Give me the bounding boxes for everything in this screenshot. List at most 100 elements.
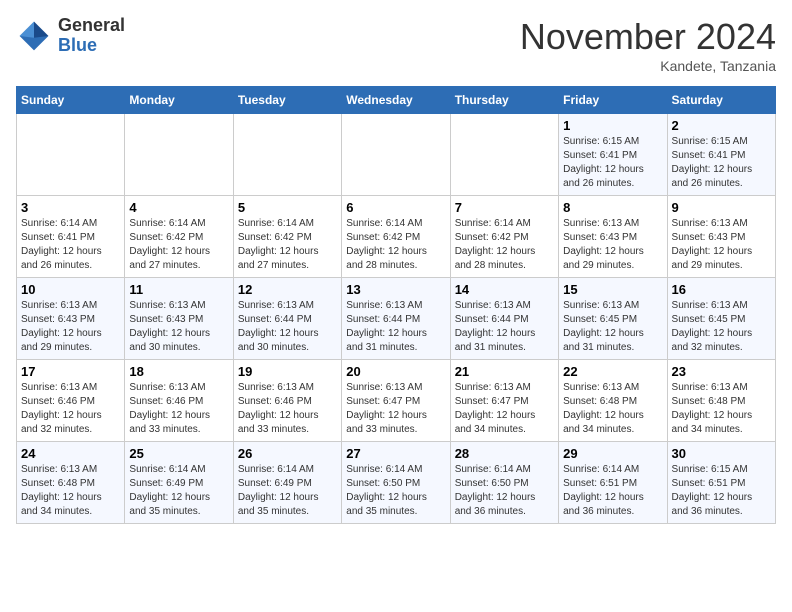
day-info: Sunrise: 6:13 AM Sunset: 6:48 PM Dayligh… (672, 381, 771, 437)
calendar-cell: 7 Sunrise: 6:14 AM Sunset: 6:42 PM Daylig… (450, 196, 558, 278)
day-number: 25 (129, 446, 228, 461)
calendar-cell: 25 Sunrise: 6:14 AM Sunset: 6:49 PM Dayli… (125, 442, 233, 524)
calendar-week-row: 3 Sunrise: 6:14 AM Sunset: 6:41 PM Daylig… (17, 196, 776, 278)
calendar-cell: 14 Sunrise: 6:13 AM Sunset: 6:44 PM Dayli… (450, 278, 558, 360)
day-info: Sunrise: 6:13 AM Sunset: 6:46 PM Dayligh… (129, 381, 228, 437)
logo: General Blue (16, 16, 125, 56)
day-info: Sunrise: 6:14 AM Sunset: 6:41 PM Dayligh… (21, 217, 120, 273)
day-number: 10 (21, 282, 120, 297)
day-info: Sunrise: 6:14 AM Sunset: 6:42 PM Dayligh… (238, 217, 337, 273)
day-number: 13 (346, 282, 445, 297)
day-number: 5 (238, 200, 337, 215)
page-header: General Blue November 2024 Kandete, Tanz… (16, 16, 776, 74)
day-info: Sunrise: 6:13 AM Sunset: 6:44 PM Dayligh… (346, 299, 445, 355)
calendar-cell: 21 Sunrise: 6:13 AM Sunset: 6:47 PM Dayli… (450, 360, 558, 442)
header-tuesday: Tuesday (233, 87, 341, 114)
day-number: 24 (21, 446, 120, 461)
day-number: 29 (563, 446, 662, 461)
calendar-cell: 30 Sunrise: 6:15 AM Sunset: 6:51 PM Dayli… (667, 442, 775, 524)
calendar-cell: 8 Sunrise: 6:13 AM Sunset: 6:43 PM Daylig… (559, 196, 667, 278)
logo-blue: Blue (58, 36, 125, 56)
calendar-cell: 28Sunrise: 6:14 AM Sunset: 6:50 PM Dayli… (450, 442, 558, 524)
header-friday: Friday (559, 87, 667, 114)
day-info: Sunrise: 6:13 AM Sunset: 6:47 PM Dayligh… (455, 381, 554, 437)
day-number: 19 (238, 364, 337, 379)
calendar-cell (125, 114, 233, 196)
calendar-cell: 27 Sunrise: 6:14 AM Sunset: 6:50 PM Dayli… (342, 442, 450, 524)
day-info: Sunrise: 6:13 AM Sunset: 6:47 PM Dayligh… (346, 381, 445, 437)
calendar-week-row: 17 Sunrise: 6:13 AM Sunset: 6:46 PM Dayli… (17, 360, 776, 442)
day-info: Sunrise: 6:15 AM Sunset: 6:41 PM Dayligh… (672, 135, 771, 191)
day-number: 8 (563, 200, 662, 215)
day-info: Sunrise: 6:14 AM Sunset: 6:42 PM Dayligh… (129, 217, 228, 273)
day-info: Sunrise: 6:14 AM Sunset: 6:42 PM Dayligh… (455, 217, 554, 273)
day-number: 15 (563, 282, 662, 297)
day-number: 12 (238, 282, 337, 297)
day-number: 26 (238, 446, 337, 461)
calendar-cell: 26 Sunrise: 6:14 AM Sunset: 6:49 PM Dayli… (233, 442, 341, 524)
calendar-week-row: 24 Sunrise: 6:13 AM Sunset: 6:48 PM Dayli… (17, 442, 776, 524)
day-info: Sunrise: 6:13 AM Sunset: 6:48 PM Dayligh… (563, 381, 662, 437)
calendar-week-row: 10 Sunrise: 6:13 AM Sunset: 6:43 PM Dayli… (17, 278, 776, 360)
day-number: 23 (672, 364, 771, 379)
calendar-cell: 19Sunrise: 6:13 AM Sunset: 6:46 PM Dayli… (233, 360, 341, 442)
calendar-cell: 12 Sunrise: 6:13 AM Sunset: 6:44 PM Dayli… (233, 278, 341, 360)
calendar-cell: 29 Sunrise: 6:14 AM Sunset: 6:51 PM Dayli… (559, 442, 667, 524)
day-info: Sunrise: 6:15 AM Sunset: 6:41 PM Dayligh… (563, 135, 662, 191)
calendar-cell: 4 Sunrise: 6:14 AM Sunset: 6:42 PM Daylig… (125, 196, 233, 278)
location: Kandete, Tanzania (520, 58, 776, 74)
calendar-cell (342, 114, 450, 196)
day-info: Sunrise: 6:13 AM Sunset: 6:46 PM Dayligh… (21, 381, 120, 437)
day-info: Sunrise: 6:14 AM Sunset: 6:42 PM Dayligh… (346, 217, 445, 273)
day-info: Sunrise: 6:14 AM Sunset: 6:51 PM Dayligh… (563, 463, 662, 519)
day-number: 4 (129, 200, 228, 215)
day-number: 16 (672, 282, 771, 297)
day-number: 3 (21, 200, 120, 215)
calendar-cell: 13 Sunrise: 6:13 AM Sunset: 6:44 PM Dayli… (342, 278, 450, 360)
header-sunday: Sunday (17, 87, 125, 114)
calendar-cell: 20 Sunrise: 6:13 AM Sunset: 6:47 PM Dayli… (342, 360, 450, 442)
calendar-cell: 15 Sunrise: 6:13 AM Sunset: 6:45 PM Dayli… (559, 278, 667, 360)
header-wednesday: Wednesday (342, 87, 450, 114)
header-thursday: Thursday (450, 87, 558, 114)
day-number: 14 (455, 282, 554, 297)
calendar-cell: 9Sunrise: 6:13 AM Sunset: 6:43 PM Daylig… (667, 196, 775, 278)
day-info: Sunrise: 6:13 AM Sunset: 6:44 PM Dayligh… (455, 299, 554, 355)
calendar-cell (450, 114, 558, 196)
calendar-week-row: 1 Sunrise: 6:15 AM Sunset: 6:41 PM Daylig… (17, 114, 776, 196)
calendar-cell: 18Sunrise: 6:13 AM Sunset: 6:46 PM Dayli… (125, 360, 233, 442)
day-info: Sunrise: 6:13 AM Sunset: 6:43 PM Dayligh… (563, 217, 662, 273)
calendar-cell: 1 Sunrise: 6:15 AM Sunset: 6:41 PM Daylig… (559, 114, 667, 196)
day-number: 27 (346, 446, 445, 461)
calendar-cell: 6 Sunrise: 6:14 AM Sunset: 6:42 PM Daylig… (342, 196, 450, 278)
calendar-cell: 22Sunrise: 6:13 AM Sunset: 6:48 PM Dayli… (559, 360, 667, 442)
day-number: 6 (346, 200, 445, 215)
header-saturday: Saturday (667, 87, 775, 114)
calendar-cell: 16Sunrise: 6:13 AM Sunset: 6:45 PM Dayli… (667, 278, 775, 360)
day-info: Sunrise: 6:14 AM Sunset: 6:50 PM Dayligh… (455, 463, 554, 519)
day-number: 7 (455, 200, 554, 215)
calendar-table: SundayMondayTuesdayWednesdayThursdayFrid… (16, 86, 776, 524)
calendar-cell: 17 Sunrise: 6:13 AM Sunset: 6:46 PM Dayli… (17, 360, 125, 442)
calendar-cell (233, 114, 341, 196)
day-info: Sunrise: 6:13 AM Sunset: 6:48 PM Dayligh… (21, 463, 120, 519)
logo-text: General Blue (58, 16, 125, 56)
day-info: Sunrise: 6:13 AM Sunset: 6:43 PM Dayligh… (21, 299, 120, 355)
day-number: 1 (563, 118, 662, 133)
day-number: 21 (455, 364, 554, 379)
calendar-cell: 11Sunrise: 6:13 AM Sunset: 6:43 PM Dayli… (125, 278, 233, 360)
calendar-cell: 23 Sunrise: 6:13 AM Sunset: 6:48 PM Dayli… (667, 360, 775, 442)
day-info: Sunrise: 6:14 AM Sunset: 6:49 PM Dayligh… (129, 463, 228, 519)
calendar-cell: 5 Sunrise: 6:14 AM Sunset: 6:42 PM Daylig… (233, 196, 341, 278)
day-info: Sunrise: 6:14 AM Sunset: 6:49 PM Dayligh… (238, 463, 337, 519)
day-info: Sunrise: 6:15 AM Sunset: 6:51 PM Dayligh… (672, 463, 771, 519)
day-info: Sunrise: 6:13 AM Sunset: 6:44 PM Dayligh… (238, 299, 337, 355)
day-number: 30 (672, 446, 771, 461)
day-info: Sunrise: 6:14 AM Sunset: 6:50 PM Dayligh… (346, 463, 445, 519)
day-number: 20 (346, 364, 445, 379)
day-number: 17 (21, 364, 120, 379)
day-info: Sunrise: 6:13 AM Sunset: 6:45 PM Dayligh… (563, 299, 662, 355)
header-monday: Monday (125, 87, 233, 114)
calendar-cell: 24 Sunrise: 6:13 AM Sunset: 6:48 PM Dayli… (17, 442, 125, 524)
title-block: November 2024 Kandete, Tanzania (520, 16, 776, 74)
